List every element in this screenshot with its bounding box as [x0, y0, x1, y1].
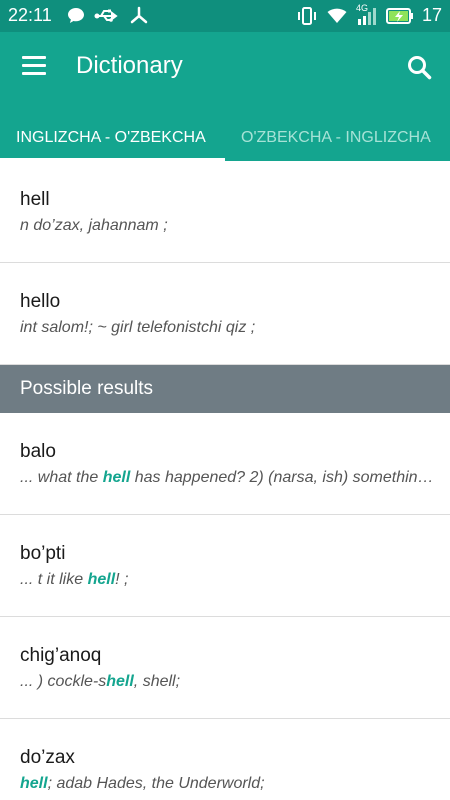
list-item[interactable]: do’zax hell; adab Hades, the Underworld;	[0, 719, 450, 800]
entry-word: chig’anoq	[20, 645, 102, 666]
entry-definition: ... ) cockle-shell, shell;	[20, 673, 446, 691]
highlighted-match: hell	[102, 469, 131, 486]
battery-level: 17	[421, 5, 442, 25]
menu-button[interactable]	[20, 54, 50, 80]
chat-bubble-icon	[66, 6, 86, 26]
entry-word: hell	[20, 189, 50, 210]
definition-text: ... what the	[20, 469, 103, 486]
tab-uzbek-english[interactable]: O'ZBEKCHA - INGLIZCHA	[225, 114, 450, 161]
entry-definition: n do’zax, jahannam ;	[20, 217, 168, 234]
hamburger-icon	[22, 56, 46, 59]
vibrate-icon	[296, 6, 318, 26]
status-bar: 22:11 4G 17	[0, 0, 450, 32]
highlighted-match: hell	[87, 571, 116, 588]
search-icon	[408, 56, 432, 80]
tab-english-uzbek[interactable]: INGLIZCHA - O'ZBEKCHA	[0, 114, 225, 161]
highlighted-match: hell	[20, 775, 48, 792]
hamburger-icon-line	[22, 64, 46, 67]
app-bar: Dictionary INGLIZCHA - O'ZBEKCHA O'ZBEKC…	[0, 32, 450, 161]
section-header: Possible results	[0, 365, 450, 413]
battery-charging-icon	[385, 7, 414, 25]
results-list: hell n do’zax, jahannam ; hello int salo…	[0, 161, 450, 800]
definition-text: ; adab Hades, the Underworld;	[47, 775, 265, 792]
network-type-label: 4G	[355, 2, 368, 13]
entry-definition: ... t it like hell! ;	[20, 571, 446, 589]
definition-text: , shell;	[133, 673, 181, 690]
list-item[interactable]: chig’anoq ... ) cockle-shell, shell;	[0, 617, 450, 719]
entry-word: balo	[20, 441, 56, 462]
list-item[interactable]: bo’pti ... t it like hell! ;	[0, 515, 450, 617]
usb-icon	[94, 6, 120, 26]
app-title: Dictionary	[76, 52, 183, 79]
highlighted-match: hell	[106, 673, 134, 690]
signal-icon: 4G	[355, 2, 378, 26]
definition-text: ! ;	[115, 571, 129, 588]
share-nodes-icon	[128, 6, 150, 26]
entry-definition: ... what the hell has happened? 2) (nars…	[20, 469, 446, 487]
status-right: 4G 17	[296, 2, 442, 26]
hamburger-icon-line	[22, 72, 46, 75]
section-header-label: Possible results	[20, 378, 154, 399]
definition-text: ... t it like	[20, 571, 88, 588]
tab-label: INGLIZCHA - O'ZBEKCHA	[16, 128, 206, 146]
list-item[interactable]: hell n do’zax, jahannam ;	[0, 161, 450, 263]
entry-definition: hell; adab Hades, the Underworld;	[20, 775, 446, 793]
list-item[interactable]: hello int salom!; ~ girl telefonistchi q…	[0, 263, 450, 365]
definition-text: ... ) cockle-s	[20, 673, 107, 690]
tab-label: O'ZBEKCHA - INGLIZCHA	[241, 128, 431, 146]
search-button[interactable]	[404, 52, 436, 84]
wifi-icon	[326, 6, 348, 26]
status-time: 22:11	[8, 5, 52, 25]
entry-word: do’zax	[20, 747, 75, 768]
entry-word: bo’pti	[20, 543, 66, 564]
entry-definition: int salom!; ~ girl telefonistchi qiz ;	[20, 319, 256, 336]
entry-word: hello	[20, 291, 61, 312]
list-item[interactable]: balo ... what the hell has happened? 2) …	[0, 413, 450, 515]
notification-icons	[66, 6, 150, 26]
tab-bar: INGLIZCHA - O'ZBEKCHA O'ZBEKCHA - INGLIZ…	[0, 114, 450, 161]
definition-text: has happened? 2) (narsa, ish) somethin…	[130, 469, 434, 486]
